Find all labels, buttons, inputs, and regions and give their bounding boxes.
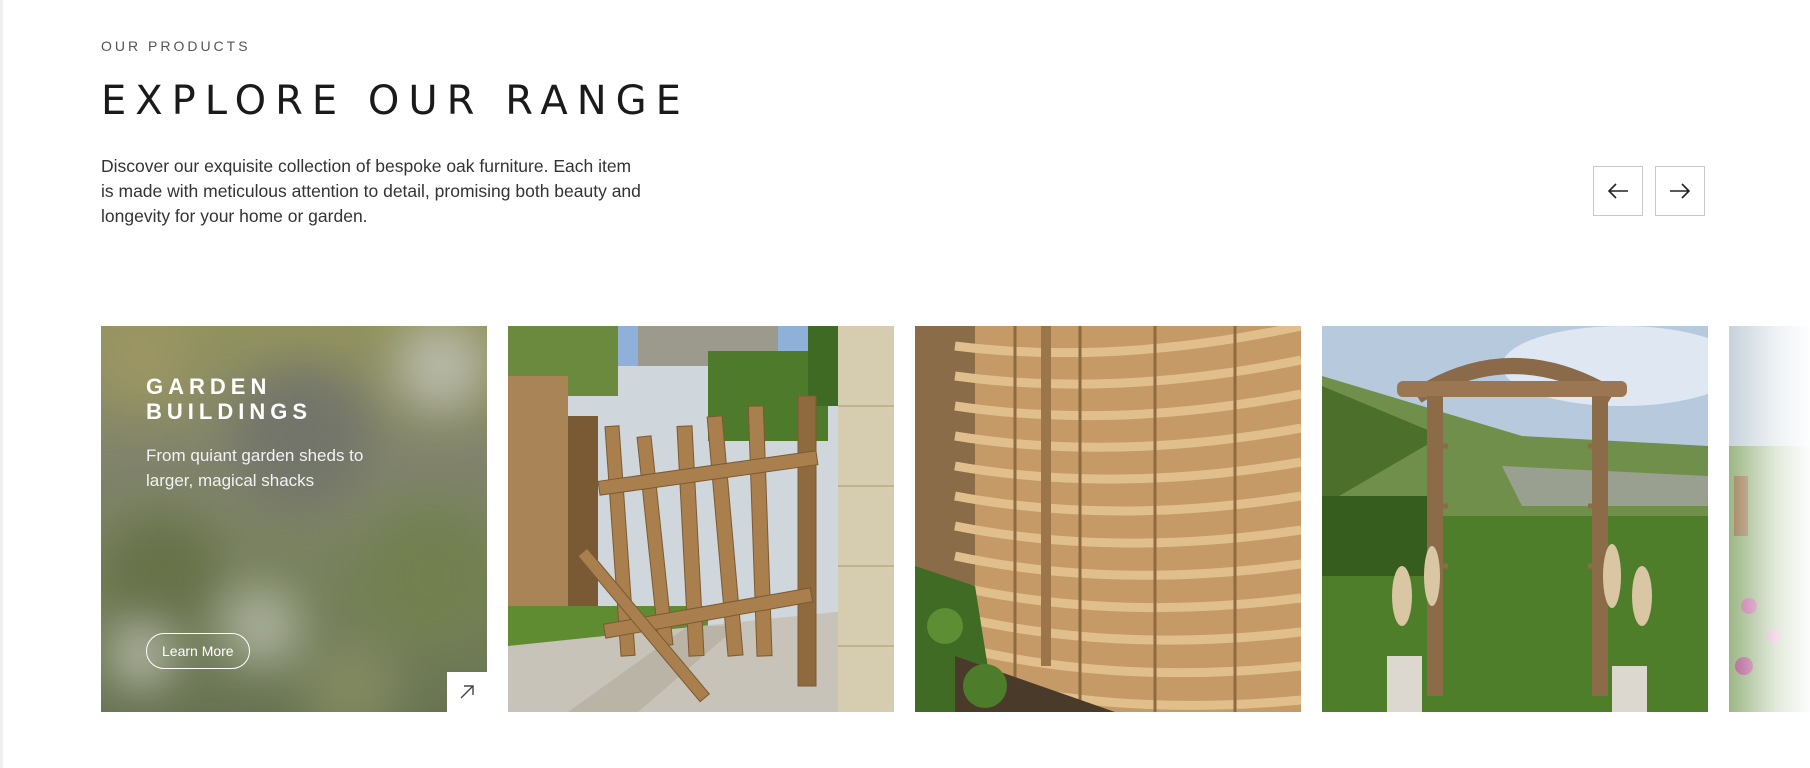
card-image-gate (508, 326, 894, 712)
products-section: OUR PRODUCTS EXPLORE OUR RANGE Discover … (3, 0, 1810, 768)
card-description: From quiant garden sheds to larger, magi… (146, 446, 364, 490)
carousel-prev-button[interactable] (1593, 166, 1643, 216)
card-image-fence (915, 326, 1301, 712)
product-card-garden-buildings[interactable]: GARDEN BUILDINGS From quiant garden shed… (101, 326, 487, 712)
card-title: GARDEN BUILDINGS (146, 374, 312, 424)
card-link-corner[interactable] (447, 672, 487, 712)
product-card-gates[interactable] (508, 326, 894, 712)
carousel-edge-fade (1731, 326, 1810, 712)
arrow-up-right-icon (460, 685, 474, 699)
arrow-left-icon (1607, 183, 1628, 199)
section-intro: Discover our exquisite collection of bes… (101, 156, 641, 226)
learn-more-button[interactable]: Learn More (146, 633, 250, 669)
carousel-next-button[interactable] (1655, 166, 1705, 216)
product-card-arches[interactable] (1322, 326, 1708, 712)
section-title: EXPLORE OUR RANGE (101, 78, 690, 124)
card-image-arch (1322, 326, 1708, 712)
arrow-right-icon (1670, 183, 1691, 199)
product-card-fencing[interactable] (915, 326, 1301, 712)
section-eyebrow: OUR PRODUCTS (101, 38, 251, 54)
